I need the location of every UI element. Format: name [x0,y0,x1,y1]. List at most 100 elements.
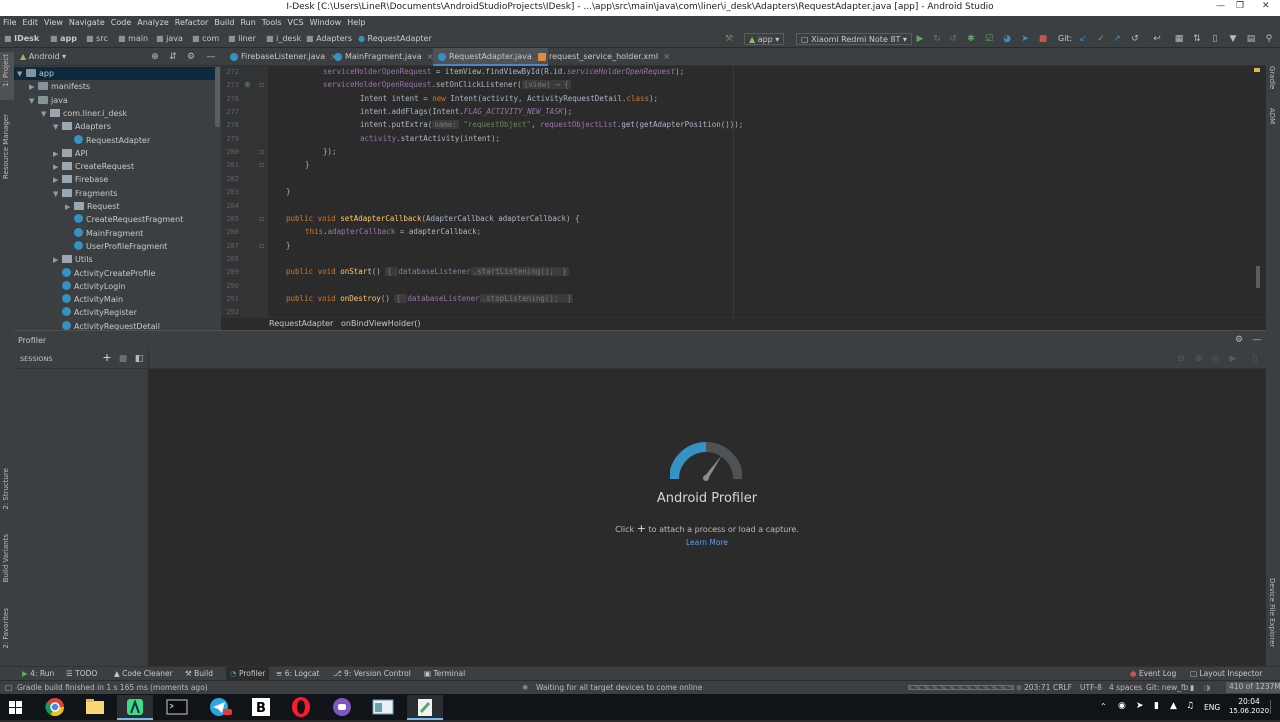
structure-tool-button[interactable]: 2: Structure [2,468,10,510]
line-separator[interactable]: CRLF [1053,683,1072,692]
breadcrumb-app[interactable]: ■ app [50,34,77,43]
clock-time[interactable]: 20:04 [1232,697,1266,706]
chevron-down-icon[interactable]: ▼ [17,68,26,81]
menu-analyze[interactable]: Analyze [134,16,172,30]
breadcrumb-com[interactable]: ■ com [192,34,219,43]
project-scrollbar[interactable] [215,67,220,127]
collapse-all-icon[interactable]: ⇵ [168,52,178,62]
stop-icon[interactable]: ■ [1038,34,1048,44]
git-push-icon[interactable]: ↗ [1112,34,1122,44]
editor-tab[interactable]: MainFragment.java × [329,48,438,66]
breadcrumb-main[interactable]: ■ main [118,34,148,43]
project-structure-icon[interactable]: ▦ [1174,34,1184,44]
menu-navigate[interactable]: Navigate [66,16,108,30]
fold-marker-icon[interactable]: ▫ [259,160,264,169]
battery-icon[interactable]: ▮ [1154,701,1159,711]
logcat-tool-tab[interactable]: ≡ 6: Logcat [276,669,319,678]
debug-icon[interactable]: ✱ [966,34,976,44]
menu-edit[interactable]: Edit [19,16,41,30]
zoom-out-icon[interactable]: ⊖ [1176,354,1186,364]
menu-help[interactable]: Help [344,16,368,30]
clock-date[interactable]: 15.06.2020 [1226,707,1272,715]
minimize-icon[interactable]: — [1216,1,1225,11]
breadcrumb-i-desk[interactable]: ■ i_desk [266,34,301,43]
editor-scrollbar[interactable] [1256,266,1260,288]
zoom-in-icon[interactable]: ⊕ [1194,354,1204,364]
chevron-right-icon[interactable]: ▶ [53,161,62,174]
tree-item[interactable]: ▶ Firebase [14,173,215,186]
cursor-position[interactable]: 203:71 [1024,683,1050,692]
chevron-down-icon[interactable]: ▼ [41,108,50,121]
menu-run[interactable]: Run [237,16,258,30]
file-encoding[interactable]: UTF-8 [1080,683,1102,692]
windows-start-icon[interactable] [9,701,22,714]
show-desktop-button[interactable] [1270,700,1271,714]
tray-telegram-icon[interactable]: ➤ [1136,701,1144,711]
tree-item[interactable]: ▶ API [14,147,215,160]
layout-inspector-tool-tab[interactable]: ▢ Layout Inspector [1190,669,1262,678]
stop-session-icon[interactable]: ■ [118,354,128,364]
language-indicator[interactable]: ENG [1204,703,1220,712]
tree-item[interactable]: RequestAdapter [14,134,215,147]
chevron-right-icon[interactable]: ▶ [29,81,38,94]
b-app-taskbar-button[interactable]: B [243,695,279,720]
tree-item[interactable]: ▶ CreateRequest [14,160,215,173]
telegram-taskbar-button[interactable] [201,695,237,720]
editor-tab[interactable]: request_service_holder.xml × [533,48,674,66]
menu-vcs[interactable]: VCS [285,16,307,30]
layout-inspector-icon[interactable]: ▤ [1246,34,1256,44]
code-cleaner-tool-tab[interactable]: ▲ Code Cleaner [114,669,173,678]
terminal-taskbar-button[interactable] [159,695,195,720]
device-select[interactable]: ▢ Xiaomi Redmi Note 8T ▾ [796,33,912,45]
profile-icon[interactable]: ◕ [1002,34,1012,44]
tree-item[interactable]: ActivityLogin [14,280,215,293]
tree-item[interactable]: ActivityRegister [14,306,215,319]
resource-manager-tool-button[interactable]: Resource Manager [2,114,10,179]
indent-setting[interactable]: 4 spaces [1109,683,1142,692]
gradle-tool-button[interactable]: Gradle [1268,66,1276,89]
gear-icon[interactable]: ⚙ [1234,335,1244,345]
tree-item[interactable]: ▼ com.liner.i_desk [14,107,215,120]
explorer-taskbar-button[interactable] [77,695,113,720]
profiler-tool-tab[interactable]: ◔ Profiler [226,667,270,681]
adm-tool-button[interactable]: ADM [1268,108,1276,124]
breadcrumb-liner[interactable]: ■ liner [228,34,256,43]
git-branch[interactable]: Git: new_fb [1146,683,1188,692]
chevron-right-icon[interactable]: ▶ [53,148,62,161]
editor-breadcrumb-class[interactable]: RequestAdapter [269,319,333,328]
restore-icon[interactable]: ❐ [1236,1,1244,11]
inspector-icon[interactable]: ◑ [1204,683,1211,692]
chevron-right-icon[interactable]: ▶ [53,174,62,187]
window-app-taskbar-button[interactable] [365,695,401,720]
collapse-sessions-icon[interactable]: ◧ [134,354,144,364]
learn-more-link[interactable]: Learn More [148,538,1266,547]
apply-changes-icon[interactable]: ↻ [932,34,942,44]
cancel-progress-icon[interactable]: ⊗ [1016,683,1022,692]
attach-debugger-icon[interactable]: ➤ [1020,34,1030,44]
menu-build[interactable]: Build [211,16,237,30]
rollback-icon[interactable]: ↩ [1152,34,1162,44]
git-history-icon[interactable]: ↺ [1130,34,1140,44]
coverage-icon[interactable]: ☑ [984,34,994,44]
opera-taskbar-button[interactable] [283,695,319,720]
close-icon[interactable]: ✕ [1262,1,1270,11]
volume-icon[interactable]: ♫ [1186,701,1194,711]
tree-item[interactable]: ▼ Adapters [14,120,215,133]
fold-marker-icon[interactable]: ▫ [259,241,264,250]
breadcrumb-src[interactable]: ■ src [86,34,108,43]
favorites-tool-button[interactable]: 2: Favorites [2,608,10,649]
run-icon[interactable]: ▶ [915,34,925,44]
breadcrumb-request-adapter[interactable]: ● RequestAdapter [358,34,432,43]
minimize-panel-icon[interactable]: — [1252,335,1262,345]
run-config-select[interactable]: ▲ app ▾ [744,33,785,45]
tree-item[interactable]: ActivityRequestDetail [14,320,215,330]
editor-tab[interactable]: FirebaseListener.java× [225,48,341,66]
tree-item[interactable]: ActivityMain [14,293,215,306]
go-live-icon[interactable]: ▯ [1250,354,1260,364]
chevron-right-icon[interactable]: ▶ [65,201,74,214]
avd-manager-icon[interactable]: ▯ [1210,34,1220,44]
menu-file[interactable]: File [0,16,19,30]
tree-item[interactable]: ▶ Utils [14,253,215,266]
terminal-tool-tab[interactable]: ▣ Terminal [424,669,465,678]
breadcrumb-java[interactable]: ■ java [156,34,183,43]
